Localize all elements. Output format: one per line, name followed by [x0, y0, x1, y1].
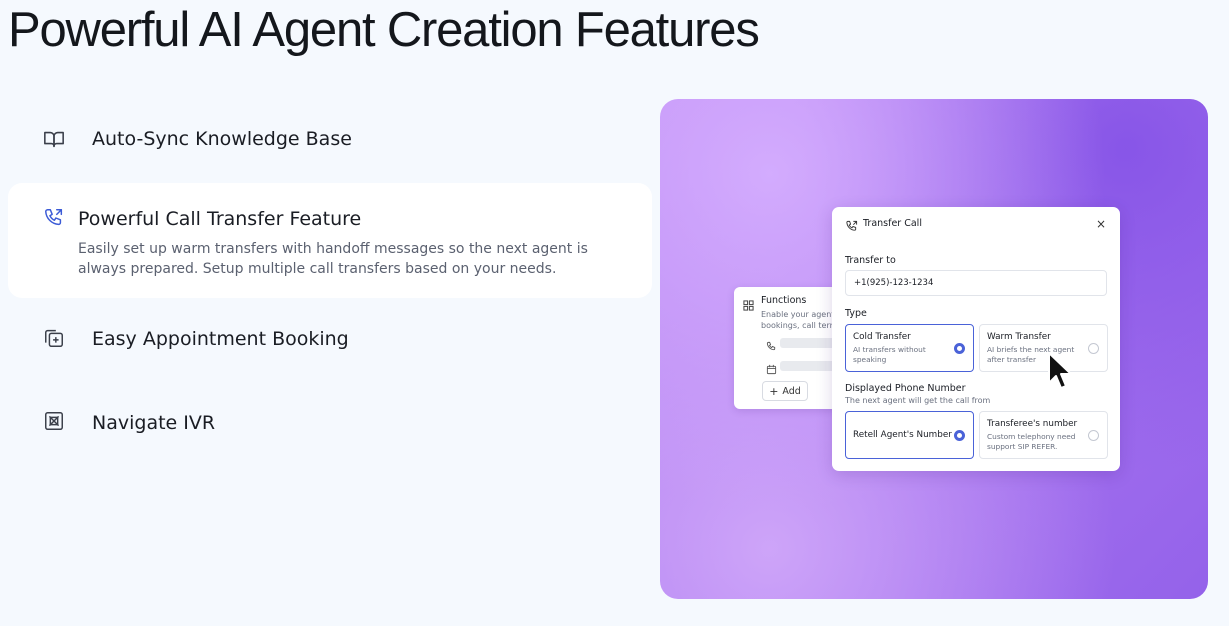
feature-description: Easily set up warm transfers with handof… [78, 241, 588, 277]
cold-transfer-option[interactable]: Cold Transfer AI transfers without speak… [845, 324, 974, 372]
feature-label: Navigate IVR [92, 412, 216, 434]
feature-illustration: Functions Enable your agent to bookings,… [660, 99, 1208, 599]
phone-transfer-icon [845, 218, 858, 231]
transfer-call-dialog: Transfer Call × Transfer to +1(925)-123-… [832, 207, 1120, 471]
phone-icon [766, 337, 777, 351]
radio-unselected[interactable] [1088, 430, 1099, 441]
add-function-button[interactable]: + Add [762, 381, 808, 401]
add-label: Add [782, 385, 801, 397]
phone-transfer-icon [43, 207, 65, 229]
feature-label: Easy Appointment Booking [92, 328, 349, 350]
radio-unselected[interactable] [1088, 343, 1099, 354]
feature-item-knowledge-base[interactable]: Auto-Sync Knowledge Base [8, 108, 652, 170]
displayed-number-sublabel: The next agent will get the call from [845, 396, 991, 405]
option-description: Custom telephony need support SIP REFER. [987, 432, 1076, 451]
feature-item-navigate-ivr[interactable]: Navigate IVR [8, 392, 652, 454]
plus-icon: + [769, 384, 779, 398]
option-title: Transferee's number [987, 419, 1078, 429]
dialog-title: Transfer Call [863, 218, 922, 229]
book-icon [43, 128, 65, 150]
feature-label: Powerful Call Transfer Feature [78, 208, 362, 230]
warm-transfer-option[interactable]: Warm Transfer AI briefs the next agent a… [979, 324, 1108, 372]
calendar-add-icon [43, 327, 65, 349]
feature-label: Auto-Sync Knowledge Base [92, 128, 352, 150]
calendar-icon [766, 360, 777, 375]
close-icon[interactable]: × [1096, 217, 1106, 231]
ivr-grid-icon [43, 410, 65, 432]
functions-title: Functions [761, 295, 807, 306]
page-title: Powerful AI Agent Creation Features [8, 3, 760, 57]
transfer-to-input[interactable]: +1(925)-123-1234 [845, 270, 1107, 296]
option-description: AI transfers without speaking [853, 345, 926, 364]
grid-icon [743, 296, 754, 311]
radio-selected[interactable] [954, 343, 965, 354]
feature-item-call-transfer[interactable]: Powerful Call Transfer Feature Easily se… [8, 183, 652, 298]
option-title: Warm Transfer [987, 332, 1051, 342]
functions-card: Functions Enable your agent to bookings,… [734, 287, 844, 409]
retell-number-option[interactable]: Retell Agent's Number [845, 411, 974, 459]
radio-selected[interactable] [954, 430, 965, 441]
mouse-cursor-icon [1048, 352, 1072, 389]
feature-item-appointment-booking[interactable]: Easy Appointment Booking [8, 308, 652, 370]
transferee-number-option[interactable]: Transferee's number Custom telephony nee… [979, 411, 1108, 459]
displayed-number-label: Displayed Phone Number [845, 383, 966, 394]
transfer-to-label: Transfer to [845, 255, 896, 266]
option-title: Retell Agent's Number [853, 430, 952, 440]
option-title: Cold Transfer [853, 332, 911, 342]
type-label: Type [845, 308, 867, 319]
